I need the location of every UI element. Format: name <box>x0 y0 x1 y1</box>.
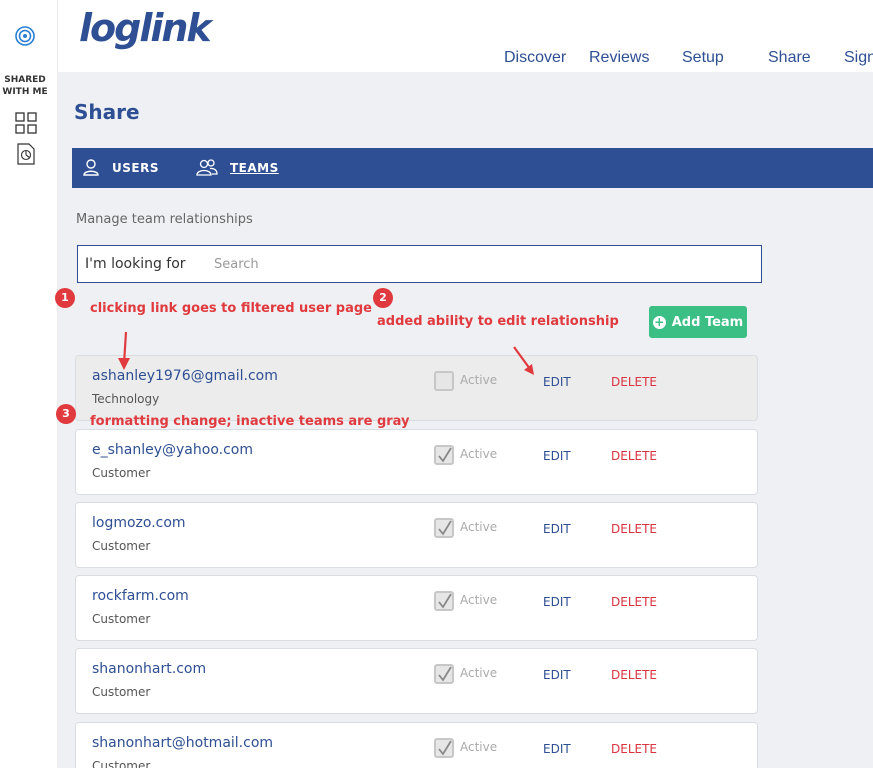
checkmark-icon <box>438 593 452 609</box>
active-label: Active <box>460 520 498 534</box>
active-label: Active <box>460 666 498 680</box>
search-box: I'm looking for <box>77 245 762 283</box>
add-team-label: Add Team <box>671 314 744 330</box>
checkmark-icon <box>438 447 452 463</box>
checkmark-icon <box>438 666 452 682</box>
search-input[interactable] <box>214 252 754 276</box>
active-checkbox[interactable] <box>434 371 454 391</box>
annotation-text-2: added ability to edit relationship <box>377 314 619 329</box>
checkmark-icon <box>438 740 452 756</box>
page-subtitle: Manage team relationships <box>76 212 253 227</box>
nav-setup[interactable]: Setup <box>682 49 724 67</box>
active-checkbox[interactable] <box>434 664 454 684</box>
active-checkbox[interactable] <box>434 738 454 758</box>
delete-button[interactable]: DELETE <box>611 595 657 609</box>
team-row: logmozo.com Customer Active EDIT DELETE <box>75 502 758 568</box>
team-row: e_shanley@yahoo.com Customer Active EDIT… <box>75 429 758 495</box>
team-type: Customer <box>92 759 151 768</box>
team-name-link[interactable]: ashanley1976@gmail.com <box>92 368 278 384</box>
team-type: Technology <box>92 392 160 406</box>
edit-button[interactable]: EDIT <box>543 668 571 682</box>
active-checkbox[interactable] <box>434 518 454 538</box>
annotation-text-3: formatting change; inactive teams are gr… <box>90 414 410 429</box>
active-label: Active <box>460 373 498 387</box>
nav-reviews[interactable]: Reviews <box>589 49 649 67</box>
user-icon <box>82 158 112 179</box>
team-name-link[interactable]: e_shanley@yahoo.com <box>92 442 253 458</box>
team-type: Customer <box>92 685 151 699</box>
annotation-badge-3: 3 <box>56 404 76 424</box>
active-checkbox[interactable] <box>434 591 454 611</box>
edit-button[interactable]: EDIT <box>543 375 571 389</box>
team-name-link[interactable]: shanonhart.com <box>92 661 206 677</box>
grid-icon[interactable] <box>15 112 37 134</box>
sidebar: SHARED WITH ME <box>0 0 58 768</box>
team-name-link[interactable]: shanonhart@hotmail.com <box>92 735 273 751</box>
header: loglink Discover Reviews Setup Share Sig… <box>58 0 873 72</box>
delete-button[interactable]: DELETE <box>611 449 657 463</box>
add-team-button[interactable]: + Add Team <box>649 306 747 338</box>
edit-button[interactable]: EDIT <box>543 742 571 756</box>
annotation-badge-2: 2 <box>373 288 393 308</box>
team-type: Customer <box>92 539 151 553</box>
team-type: Customer <box>92 466 151 480</box>
annotation-text-1: clicking link goes to filtered user page <box>90 301 372 316</box>
report-icon[interactable] <box>16 143 36 165</box>
team-row: shanonhart.com Customer Active EDIT DELE… <box>75 648 758 714</box>
team-icon <box>196 158 230 179</box>
plus-circle-icon: + <box>652 314 666 329</box>
tab-teams[interactable]: TEAMS <box>196 148 279 188</box>
tab-bar: USERS TEAMS <box>72 148 873 188</box>
nav-sign[interactable]: Sign <box>844 49 873 67</box>
active-checkbox[interactable] <box>434 445 454 465</box>
edit-button[interactable]: EDIT <box>543 595 571 609</box>
checkmark-icon <box>438 520 452 536</box>
target-icon[interactable] <box>13 24 37 48</box>
edit-button[interactable]: EDIT <box>543 522 571 536</box>
shared-with-me-label: SHARED WITH ME <box>2 75 48 97</box>
active-label: Active <box>460 593 498 607</box>
delete-button[interactable]: DELETE <box>611 668 657 682</box>
delete-button[interactable]: DELETE <box>611 522 657 536</box>
nav-discover[interactable]: Discover <box>504 49 566 67</box>
annotation-badge-1: 1 <box>55 288 75 308</box>
tab-users-label: USERS <box>112 161 159 175</box>
search-label: I'm looking for <box>85 256 186 272</box>
nav-share[interactable]: Share <box>768 49 811 67</box>
team-row: rockfarm.com Customer Active EDIT DELETE <box>75 575 758 641</box>
tab-users[interactable]: USERS <box>82 148 159 188</box>
page-title: Share <box>74 100 140 124</box>
edit-button[interactable]: EDIT <box>543 449 571 463</box>
logo[interactable]: loglink <box>79 6 212 50</box>
team-name-link[interactable]: rockfarm.com <box>92 588 189 604</box>
team-type: Customer <box>92 612 151 626</box>
team-name-link[interactable]: logmozo.com <box>92 515 186 531</box>
tab-teams-label: TEAMS <box>230 161 279 175</box>
active-label: Active <box>460 447 498 461</box>
delete-button[interactable]: DELETE <box>611 742 657 756</box>
team-row: ashanley1976@gmail.com Technology Active… <box>75 355 758 421</box>
delete-button[interactable]: DELETE <box>611 375 657 389</box>
active-label: Active <box>460 740 498 754</box>
team-row: shanonhart@hotmail.com Customer Active E… <box>75 722 758 768</box>
